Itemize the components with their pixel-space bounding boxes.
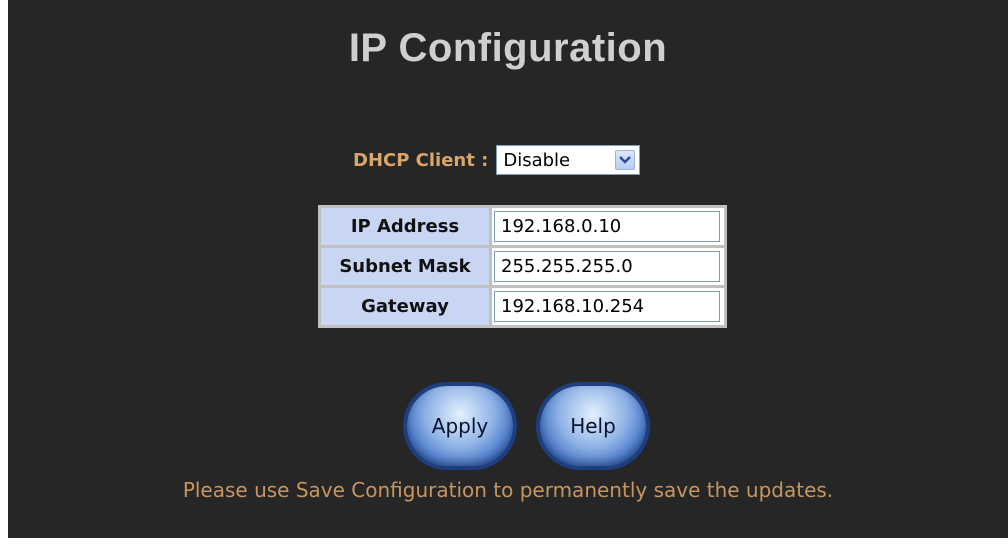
subnet-mask-label: Subnet Mask: [321, 248, 489, 285]
dhcp-client-label: DHCP Client :: [353, 149, 489, 171]
dhcp-client-select[interactable]: Disable: [496, 145, 641, 175]
subnet-mask-field[interactable]: [494, 251, 720, 282]
ip-settings-table: IP Address Subnet Mask Gateway: [318, 205, 727, 328]
table-row: IP Address: [321, 208, 724, 245]
ip-address-label: IP Address: [321, 208, 489, 245]
save-configuration-note: Please use Save Configuration to permane…: [182, 478, 834, 502]
gateway-field[interactable]: [494, 291, 720, 322]
page-title: IP Configuration: [348, 26, 668, 70]
ip-configuration-panel: IP Configuration DHCP Client : Disable I…: [8, 0, 1008, 538]
help-button[interactable]: Help: [540, 386, 646, 466]
gateway-label: Gateway: [321, 288, 489, 325]
table-row: Subnet Mask: [321, 248, 724, 285]
apply-button[interactable]: Apply: [407, 386, 513, 466]
dhcp-client-selected-value: Disable: [503, 149, 571, 171]
ip-address-field[interactable]: [494, 211, 720, 242]
table-row: Gateway: [321, 288, 724, 325]
chevron-down-icon[interactable]: [615, 150, 636, 170]
dhcp-client-row: DHCP Client : Disable: [353, 144, 641, 176]
